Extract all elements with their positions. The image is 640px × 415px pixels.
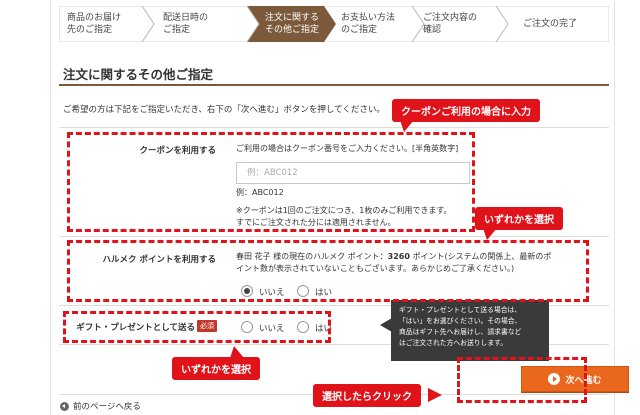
gift-callout-tail xyxy=(230,346,244,358)
coupon-callout-text: クーポンご利用の場合に入力 xyxy=(401,107,531,118)
tooltip-line: 商品はギフト先へお届けし、請求書など xyxy=(399,328,522,336)
step-label-line1: お支払い方法 xyxy=(341,13,396,23)
step-complete: ご注文の完了 xyxy=(523,6,577,42)
next-callout-tail xyxy=(428,388,442,402)
gift-callout: いずれかを選択 xyxy=(172,357,260,380)
coupon-callout-tail xyxy=(400,120,414,132)
next-highlight-frame xyxy=(457,357,587,403)
step-label-line1: 注文に関する xyxy=(265,13,320,23)
checkout-steps: 商品のお届け 先のご指定 配送日時の ご指定 注文に関する その他ご指定 お支払… xyxy=(59,6,609,42)
step-label-line1: ご注文内容の xyxy=(423,13,478,23)
tooltip-line: ギフト・プレゼントとして送る場合は、 xyxy=(399,306,522,314)
step-delivery-date: 配送日時の ご指定 xyxy=(163,6,208,42)
coupon-callout: クーポンご利用の場合に入力 xyxy=(392,99,540,122)
row-divider xyxy=(59,236,609,237)
step-payment: お支払い方法 のご指定 xyxy=(341,6,395,42)
step-label-line2: のご指定 xyxy=(341,25,378,35)
step-label-line2: その他ご指定 xyxy=(265,25,320,35)
tooltip-line: 「はい」をお選びください。その場合、 xyxy=(399,317,522,325)
back-arrow-icon xyxy=(60,401,69,411)
intro-text: ご希望の方は下記をご指定いただき、右下の「次へ進む」ボタンを押してください。 xyxy=(63,105,385,115)
step-label-line2: ご指定 xyxy=(163,25,191,35)
gift-tooltip: ギフト・プレゼントとして送る場合は、 「はい」をお選びください。その場合、 商品… xyxy=(391,300,549,361)
next-callout-text: 選択したらクリック xyxy=(322,392,412,403)
step-confirm: ご注文内容の 確認 xyxy=(423,6,477,42)
next-callout: 選択したらクリック xyxy=(313,384,421,407)
step-other-options-active: 注文に関する その他ご指定 xyxy=(265,6,319,42)
step-label-line1: 商品のお届け xyxy=(67,13,122,23)
step-label-line2: 確認 xyxy=(423,25,442,35)
back-link-label: 前のページへ戻る xyxy=(73,402,141,412)
step-label-line1: ご注文の完了 xyxy=(523,19,578,29)
page-title: 注文に関するその他ご指定 xyxy=(63,67,214,82)
coupon-highlight-frame xyxy=(67,132,475,232)
points-callout-tail xyxy=(483,228,497,240)
tooltip-pointer xyxy=(380,318,392,332)
points-callout: いずれかを選択 xyxy=(475,207,563,230)
gift-highlight-frame xyxy=(63,311,331,343)
step-label-line1: 配送日時の xyxy=(163,13,209,23)
row-divider xyxy=(59,127,609,128)
title-divider xyxy=(59,84,609,86)
tooltip-line: はご注文された方へお送りします。 xyxy=(399,339,508,347)
points-highlight-frame xyxy=(67,240,589,302)
back-link[interactable]: 前のページへ戻る xyxy=(60,400,141,412)
step-delivery-address: 商品のお届け 先のご指定 xyxy=(67,6,121,42)
gift-callout-text: いずれかを選択 xyxy=(181,365,251,376)
step-label-line2: 先のご指定 xyxy=(67,25,113,35)
points-callout-text: いずれかを選択 xyxy=(484,215,554,226)
